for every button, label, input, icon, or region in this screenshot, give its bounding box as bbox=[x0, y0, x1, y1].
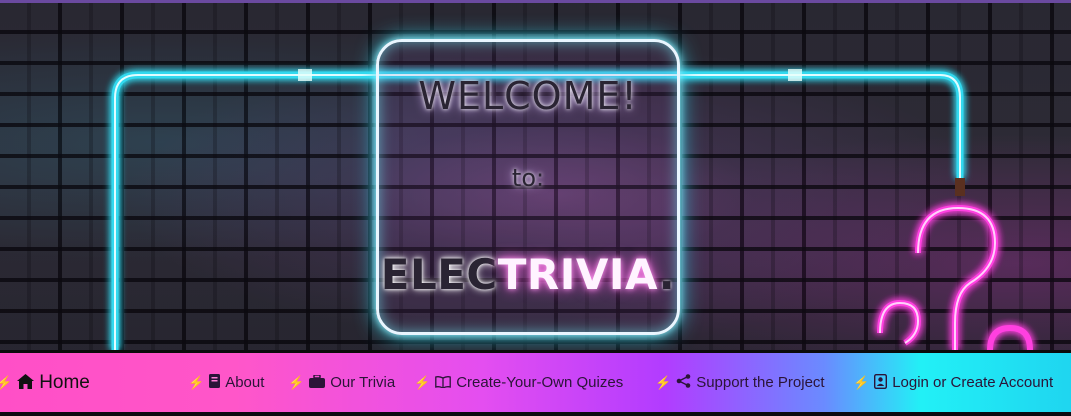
share-icon bbox=[676, 374, 691, 391]
tube-connector bbox=[955, 178, 965, 196]
nav-support-project-label: Support the Project bbox=[696, 374, 825, 391]
nav-about-label: About bbox=[225, 374, 265, 391]
brand-part-3: . bbox=[658, 250, 676, 299]
bolt-icon: ⚡ bbox=[0, 374, 13, 390]
nav-home-label: Home bbox=[39, 371, 90, 393]
book-icon bbox=[209, 374, 221, 391]
nav-our-trivia[interactable]: ⚡ Our Trivia bbox=[288, 353, 395, 412]
bolt-icon: ⚡ bbox=[414, 374, 431, 390]
nav-home[interactable]: ⚡ Home bbox=[0, 353, 90, 412]
hero-banner: WELCOME! to: ELECTRIVIA. bbox=[0, 3, 1071, 350]
bolt-icon: ⚡ bbox=[188, 374, 205, 390]
nav-login[interactable]: ⚡ Login or Create Account bbox=[853, 353, 1053, 412]
brand-name: ELECTRIVIA. bbox=[379, 250, 677, 299]
open-book-icon bbox=[435, 375, 452, 391]
welcome-sign: WELCOME! to: ELECTRIVIA. bbox=[376, 39, 680, 335]
tube-clip-right bbox=[788, 69, 802, 81]
bolt-icon: ⚡ bbox=[655, 374, 672, 390]
nav-support-project[interactable]: ⚡ Support the Project bbox=[655, 353, 825, 412]
welcome-subtitle: to: bbox=[511, 164, 545, 192]
bolt-icon: ⚡ bbox=[288, 374, 305, 390]
contact-card-icon bbox=[874, 373, 888, 392]
nav-login-label: Login or Create Account bbox=[892, 374, 1054, 391]
bolt-icon: ⚡ bbox=[853, 374, 870, 390]
welcome-title: WELCOME! bbox=[418, 74, 638, 118]
brand-part-2: TRIVIA bbox=[497, 250, 659, 299]
tube-clip-left bbox=[298, 69, 312, 81]
nav-about[interactable]: ⚡ About bbox=[188, 353, 264, 412]
main-navbar: ⚡ Home ⚡ About ⚡ Our Trivia ⚡ Create-You… bbox=[0, 350, 1071, 412]
nav-create-quizes[interactable]: ⚡ Create-Your-Own Quizes bbox=[414, 353, 623, 412]
nav-our-trivia-label: Our Trivia bbox=[330, 374, 396, 391]
page-content-edge bbox=[0, 412, 1071, 416]
nav-create-quizes-label: Create-Your-Own Quizes bbox=[456, 374, 624, 391]
briefcase-icon bbox=[309, 373, 326, 391]
home-icon bbox=[17, 373, 35, 392]
brand-part-1: ELEC bbox=[380, 250, 498, 299]
